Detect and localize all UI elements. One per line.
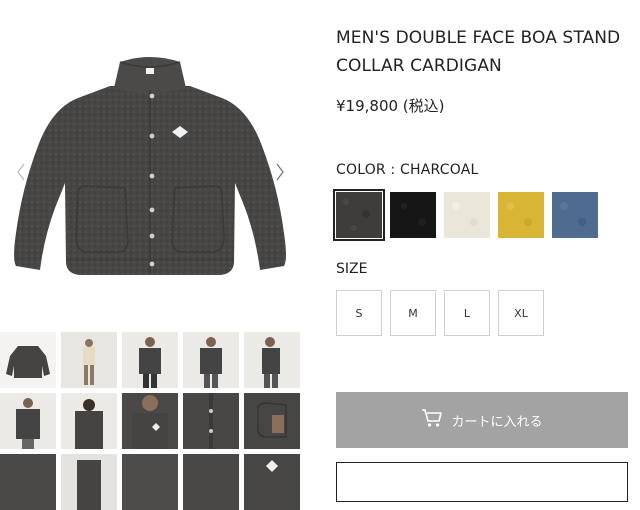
thumbnail-5[interactable] xyxy=(244,332,300,388)
thumbnail-3[interactable] xyxy=(122,332,178,388)
thumbnail-11[interactable] xyxy=(0,454,56,510)
thumbnail-10[interactable] xyxy=(244,393,300,449)
size-option-m[interactable]: M xyxy=(390,290,436,336)
product-price: ¥19,800 (税込) xyxy=(336,97,445,115)
size-option-l[interactable]: L xyxy=(444,290,490,336)
swatch-yellow[interactable] xyxy=(498,192,544,238)
add-to-cart-label: カートに入れる xyxy=(451,414,543,430)
chevron-right-icon[interactable] xyxy=(273,160,287,184)
main-product-image xyxy=(0,38,300,300)
thumbnail-4[interactable] xyxy=(183,332,239,388)
thumbnail-15[interactable] xyxy=(244,454,300,510)
product-title: MEN'S DOUBLE FACE BOA STAND COLLAR CARDI… xyxy=(336,28,621,76)
thumbnail-14[interactable] xyxy=(183,454,239,510)
thumbnail-1[interactable] xyxy=(0,332,56,388)
add-to-cart-button[interactable]: カートに入れる xyxy=(336,392,628,448)
thumbnail-13[interactable] xyxy=(122,454,178,510)
chevron-left-icon[interactable] xyxy=(14,160,28,184)
thumbnail-9[interactable] xyxy=(183,393,239,449)
swatch-charcoal[interactable] xyxy=(333,189,385,241)
thumbnail-7[interactable] xyxy=(61,393,117,449)
swatch-ivory[interactable] xyxy=(444,192,490,238)
secondary-button[interactable] xyxy=(336,462,628,502)
thumbnail-2[interactable] xyxy=(61,332,117,388)
size-option-s[interactable]: S xyxy=(336,290,382,336)
cart-icon xyxy=(421,408,443,432)
swatch-black[interactable] xyxy=(390,192,436,238)
thumbnail-6[interactable] xyxy=(0,393,56,449)
swatch-blue[interactable] xyxy=(552,192,598,238)
size-label: SIZE xyxy=(336,261,368,277)
color-label: COLOR : CHARCOAL xyxy=(336,162,479,178)
size-option-xl[interactable]: XL xyxy=(498,290,544,336)
thumbnail-12[interactable] xyxy=(61,454,117,510)
thumbnail-8[interactable] xyxy=(122,393,178,449)
